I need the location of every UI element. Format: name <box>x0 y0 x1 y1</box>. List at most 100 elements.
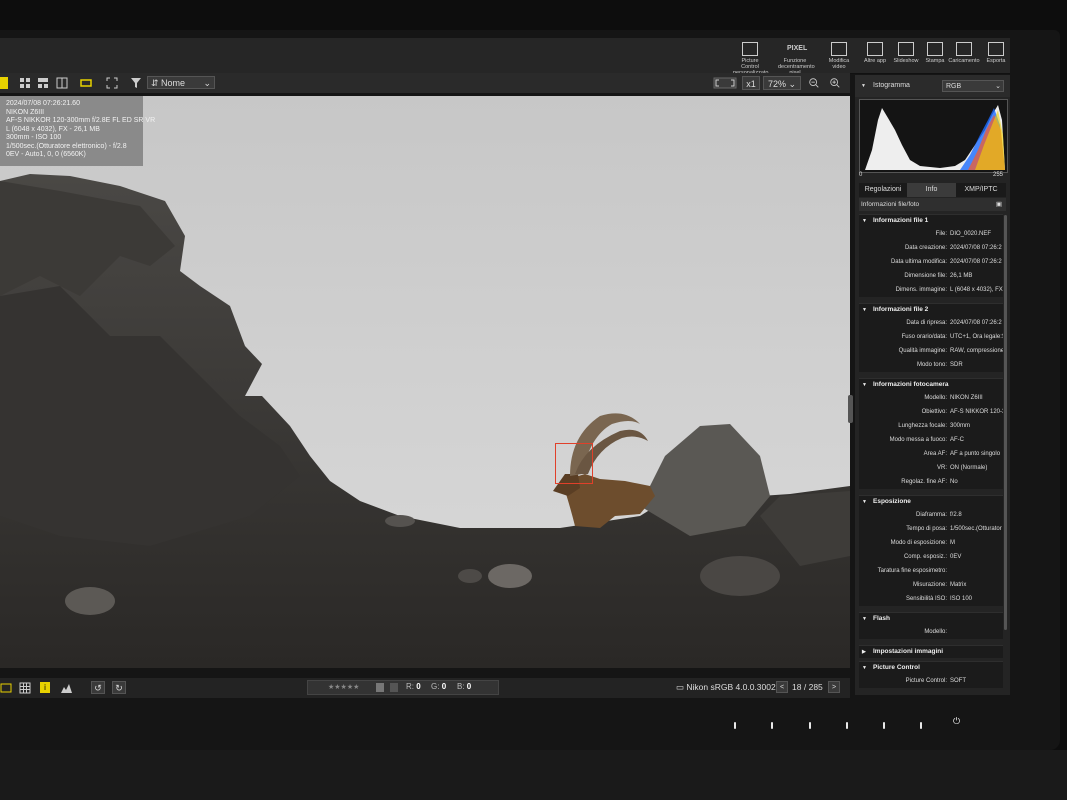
rotate-left-icon[interactable]: ↺ <box>91 681 105 694</box>
info-value: Matrix <box>950 582 967 588</box>
overlay-line: NIKON Z6III <box>6 108 45 116</box>
file-photo-info-header: Informazioni file/foto ▣ <box>859 198 1006 211</box>
panel-collapse-handle[interactable] <box>848 395 853 423</box>
toolbar-button-3[interactable]: Altre app <box>858 40 892 72</box>
rotate-right-icon[interactable]: ↻ <box>112 681 126 694</box>
histogram-channel-select[interactable]: RGB ⌄ <box>942 80 1004 92</box>
print-icon <box>927 42 943 56</box>
page-total: 285 <box>808 682 823 692</box>
section-header[interactable]: Impostazioni immagini <box>859 646 1003 658</box>
tab-regolazioni[interactable]: Regolazioni <box>859 183 907 197</box>
r-label: R: <box>406 682 414 691</box>
toolbar-button-1[interactable]: PIXELFunzione decentramento pixel <box>778 40 815 76</box>
panel-scrollbar[interactable] <box>1004 215 1007 630</box>
thumb-view-icon[interactable] <box>37 77 49 89</box>
info-section: Informazioni fotocameraModello:NIKON Z6I… <box>859 378 1003 489</box>
info-row: Modello: NIKON Z6III <box>859 391 1003 405</box>
histogram-toggle-icon[interactable] <box>60 682 74 694</box>
info-value: 2024/07/08 07:26:2 <box>950 320 1002 326</box>
filmstrip-icon[interactable] <box>80 77 92 89</box>
next-image-button[interactable]: > <box>828 681 840 693</box>
section-header[interactable]: Informazioni fotocamera <box>859 379 1003 391</box>
info-label: Regolaz. fine AF: <box>901 479 947 485</box>
info-label: Area AF: <box>923 451 947 457</box>
photo-viewer[interactable] <box>0 96 850 668</box>
info-label: Data ultima modifica: <box>890 259 947 265</box>
info-toggle-icon[interactable]: i <box>40 682 50 693</box>
protect-icon[interactable] <box>390 683 398 692</box>
r-value: 0 <box>416 682 421 691</box>
info-value: 0EV <box>950 554 962 560</box>
info-row: Tempo di posa: 1/500sec.(Otturator <box>859 522 1003 536</box>
sort-select[interactable]: ⇵ Nome ⌄ <box>147 76 215 89</box>
info-section: Impostazioni immagini <box>859 645 1003 658</box>
label-icon[interactable] <box>376 683 384 692</box>
info-value: ON (Normale) <box>950 465 988 471</box>
info-label: Qualità immagine: <box>898 348 947 354</box>
b-label: B: <box>457 682 465 691</box>
info-row: Sensibilità ISO: ISO 100 <box>859 592 1003 606</box>
info-row: Misurazione: Matrix <box>859 578 1003 592</box>
camera-icon[interactable]: ▣ <box>996 198 1002 211</box>
status-bar: i ↺ ↻ ★★★★★ R: 0 G: 0 B: 0 ▭ Nikon sRGB … <box>0 678 850 698</box>
pixel-shift-icon: PIXEL <box>787 45 808 52</box>
overlay-line: 1/500sec.(Otturatore elettronico) - f/2.… <box>6 142 127 150</box>
info-row: Fuso orario/data: UTC+1, Ora legale:S <box>859 330 1003 344</box>
panel-tabs: Regolazioni Info XMP/IPTC <box>859 183 1006 197</box>
section-header[interactable]: Picture Control <box>859 662 1003 674</box>
toolbar-button-7[interactable]: Esporta <box>979 40 1013 72</box>
zoom-level-select[interactable]: 72% ⌄ <box>763 76 801 90</box>
fit-screen-icon[interactable] <box>713 77 737 89</box>
info-label: Fuso orario/data: <box>901 334 947 340</box>
info-value: AF-S NIKKOR 120-3 <box>950 409 1003 415</box>
grid-overlay-icon[interactable] <box>19 682 31 694</box>
info-row: Comp. esposiz.: 0EV <box>859 550 1003 564</box>
desk <box>0 750 1067 800</box>
histogram-header[interactable]: ▼ Istogramma RGB ⌄ <box>855 75 1010 97</box>
info-value: UTC+1, Ora legale:S <box>950 334 1003 340</box>
info-value: No <box>950 479 958 485</box>
tab-info[interactable]: Info <box>907 183 956 197</box>
prev-image-button[interactable]: < <box>776 681 788 693</box>
compare-icon[interactable] <box>0 682 12 694</box>
info-label: Dimens. immagine: <box>895 287 947 293</box>
zoom-1x-button[interactable]: x1 <box>742 76 760 90</box>
info-row: Data ultima modifica: 2024/07/08 07:26:2 <box>859 255 1003 269</box>
info-label: Comp. esposiz.: <box>903 554 947 560</box>
info-label: Obiettivo: <box>921 409 947 415</box>
g-value: 0 <box>441 682 447 691</box>
rating-stars[interactable]: ★★★★★ <box>328 683 359 691</box>
filter-icon[interactable] <box>130 77 142 89</box>
info-label: Modo messa a fuoco: <box>889 437 947 443</box>
single-view-icon[interactable] <box>0 77 8 89</box>
histogram-graph <box>859 99 1008 173</box>
info-value: 2024/07/08 07:26:2 <box>950 259 1002 265</box>
tab-xmp-iptc[interactable]: XMP/IPTC <box>956 183 1006 197</box>
collapse-icon: ▼ <box>861 83 866 89</box>
grid-view-icon[interactable] <box>19 77 31 89</box>
info-row: Modello: <box>859 625 1003 639</box>
info-row: Data di ripresa: 2024/07/08 07:26:2 <box>859 316 1003 330</box>
picture-control-icon <box>742 42 758 56</box>
info-label: Modo di esposizione: <box>890 540 947 546</box>
toolbar-button-2[interactable]: Modifica video <box>822 40 856 72</box>
apps-icon <box>867 42 883 56</box>
info-row: Obiettivo: AF-S NIKKOR 120-3 <box>859 405 1003 419</box>
info-row: Diaframma: f/2.8 <box>859 508 1003 522</box>
compare-view-icon[interactable] <box>56 77 68 89</box>
toolbar-button-6[interactable]: Caricamento <box>947 40 981 72</box>
fullscreen-icon[interactable] <box>106 77 118 89</box>
info-row: Data creazione: 2024/07/08 07:26:2 <box>859 241 1003 255</box>
section-header[interactable]: Esposizione <box>859 496 1003 508</box>
section-header[interactable]: Flash <box>859 613 1003 625</box>
chevron-down-icon: ⌄ <box>995 83 1001 90</box>
zoom-out-icon[interactable] <box>807 77 821 89</box>
info-value: f/2.8 <box>950 512 962 518</box>
section-header[interactable]: Informazioni file 1 <box>859 215 1003 227</box>
toolbar-button-0[interactable]: Picture Control personalizzato <box>733 40 768 76</box>
info-label: File: <box>935 231 947 237</box>
color-profile: ▭ Nikon sRGB 4.0.0.3002 <box>676 680 776 695</box>
zoom-in-icon[interactable] <box>828 77 842 89</box>
info-label: Modello: <box>924 629 947 635</box>
section-header[interactable]: Informazioni file 2 <box>859 304 1003 316</box>
